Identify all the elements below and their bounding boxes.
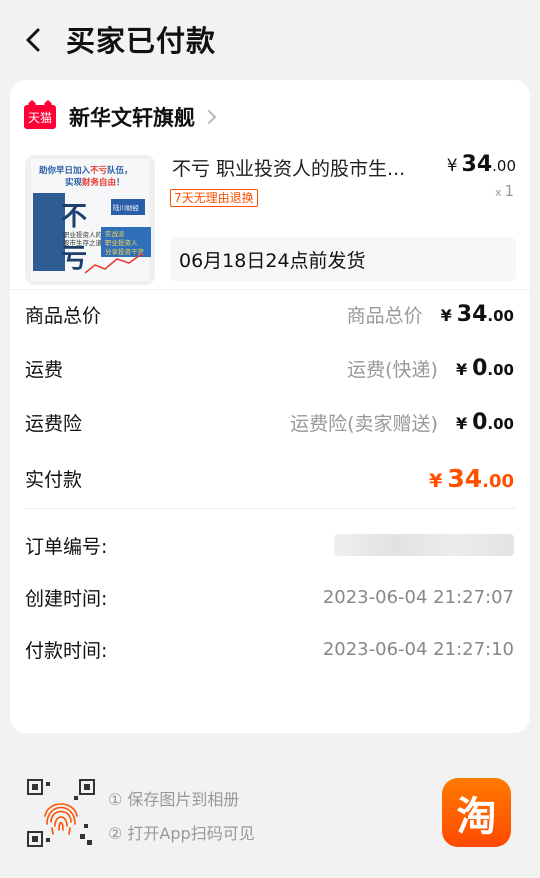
quantity-value: 1 — [504, 182, 514, 200]
row-amount: ¥0.00 — [455, 355, 514, 381]
page-title: 买家已付款 — [66, 24, 217, 58]
row-label: 运费险 — [25, 412, 83, 435]
summary-row-paid: 实付款 ¥34.00 — [25, 460, 514, 496]
created-time-label: 创建时间: — [25, 587, 108, 610]
paid-label: 实付款 — [25, 468, 83, 491]
svg-text:陆川财经: 陆川财经 — [113, 203, 140, 212]
share-footer: ① 保存图片到相册 ② 打开App扫码可见 淘 — [0, 748, 540, 878]
svg-text:职业投资人: 职业投资人 — [105, 238, 138, 247]
currency-symbol: ¥ — [446, 156, 458, 176]
summary-row-shipping: 运费 运费(快递) ¥0.00 — [25, 350, 514, 386]
row-sublabel: 运费(快递) — [347, 358, 438, 381]
order-id-redacted — [334, 534, 514, 556]
taobao-app-icon[interactable]: 淘 — [442, 778, 511, 847]
product-thumbnail[interactable]: 助你早日加入不亏队伍， 实现财务自由！ 不 亏 职业投资人的 股市生存之道 陆川… — [25, 155, 155, 285]
shop-row[interactable]: 天猫 新华文轩旗舰 — [24, 100, 217, 134]
price-decimal: .00 — [492, 157, 516, 175]
paid-time-row: 付款时间: 2023-06-04 21:27:10 — [25, 631, 514, 667]
paid-time-value: 2023-06-04 21:27:10 — [322, 638, 514, 660]
row-sublabel: 运费险(卖家赠送) — [290, 412, 438, 435]
back-button[interactable] — [18, 24, 48, 56]
divider — [10, 289, 530, 290]
price-integer: 34 — [461, 152, 493, 177]
chevron-right-icon — [207, 109, 217, 125]
divider — [25, 508, 515, 509]
chevron-left-icon — [26, 28, 40, 52]
taobao-logo-char: 淘 — [456, 793, 497, 840]
svg-text:实现财务自由！: 实现财务自由！ — [65, 177, 125, 188]
qr-fingerprint-icon — [26, 778, 96, 848]
order-id-label: 订单编号: — [25, 535, 108, 558]
shop-name[interactable]: 新华文轩旗舰 — [69, 102, 195, 132]
product-quantity: x1 — [495, 182, 514, 200]
svg-text:不: 不 — [61, 202, 87, 232]
product-title[interactable]: 不亏 职业投资人的股市生... — [172, 154, 422, 181]
return-policy-badge: 7天无理由退换 — [170, 189, 258, 207]
instruction-open-app: ② 打开App扫码可见 — [108, 824, 255, 843]
svg-text:助你早日加入不亏队伍，: 助你早日加入不亏队伍， — [39, 165, 133, 176]
summary-row-shipping-insurance: 运费险 运费险(卖家赠送) ¥0.00 — [25, 404, 514, 440]
tmall-logo: 天猫 — [24, 105, 56, 129]
row-amount: ¥34.00 — [440, 301, 514, 327]
paid-amount: ¥34.00 — [429, 463, 514, 493]
paid-time-label: 付款时间: — [25, 639, 108, 662]
svg-text:职业投资人的: 职业投资人的 — [63, 230, 103, 239]
quantity-prefix: x — [494, 186, 502, 199]
svg-text:分享投资干货: 分享投资干货 — [105, 247, 145, 256]
created-time-row: 创建时间: 2023-06-04 21:27:07 — [25, 579, 514, 615]
book-cover-image: 助你早日加入不亏队伍， 实现财务自由！ 不 亏 职业投资人的 股市生存之道 陆川… — [25, 155, 155, 285]
instruction-save-image: ① 保存图片到相册 — [108, 790, 240, 809]
summary-row-goods-total: 商品总价 商品总价 ¥34.00 — [25, 296, 514, 332]
top-bar: 买家已付款 — [0, 0, 540, 80]
product-price: ¥34.00 — [447, 152, 516, 177]
svg-text:股市生存之道: 股市生存之道 — [63, 238, 103, 247]
order-id-row: 订单编号: — [25, 527, 514, 563]
row-sublabel: 商品总价 — [346, 304, 423, 327]
order-card: 天猫 新华文轩旗舰 助你早日加入不亏队伍， 实现财务自由！ 不 亏 职业投资人的… — [10, 80, 530, 733]
created-time-value: 2023-06-04 21:27:07 — [322, 586, 514, 608]
tmall-logo-text: 天猫 — [27, 110, 52, 125]
svg-text:实战派: 实战派 — [105, 229, 125, 238]
shipping-deadline: 06月18日24点前发货 — [170, 237, 516, 281]
row-label: 商品总价 — [25, 304, 102, 327]
svg-text:亏: 亏 — [61, 244, 87, 274]
row-amount: ¥0.00 — [455, 409, 514, 435]
row-label: 运费 — [25, 358, 64, 381]
